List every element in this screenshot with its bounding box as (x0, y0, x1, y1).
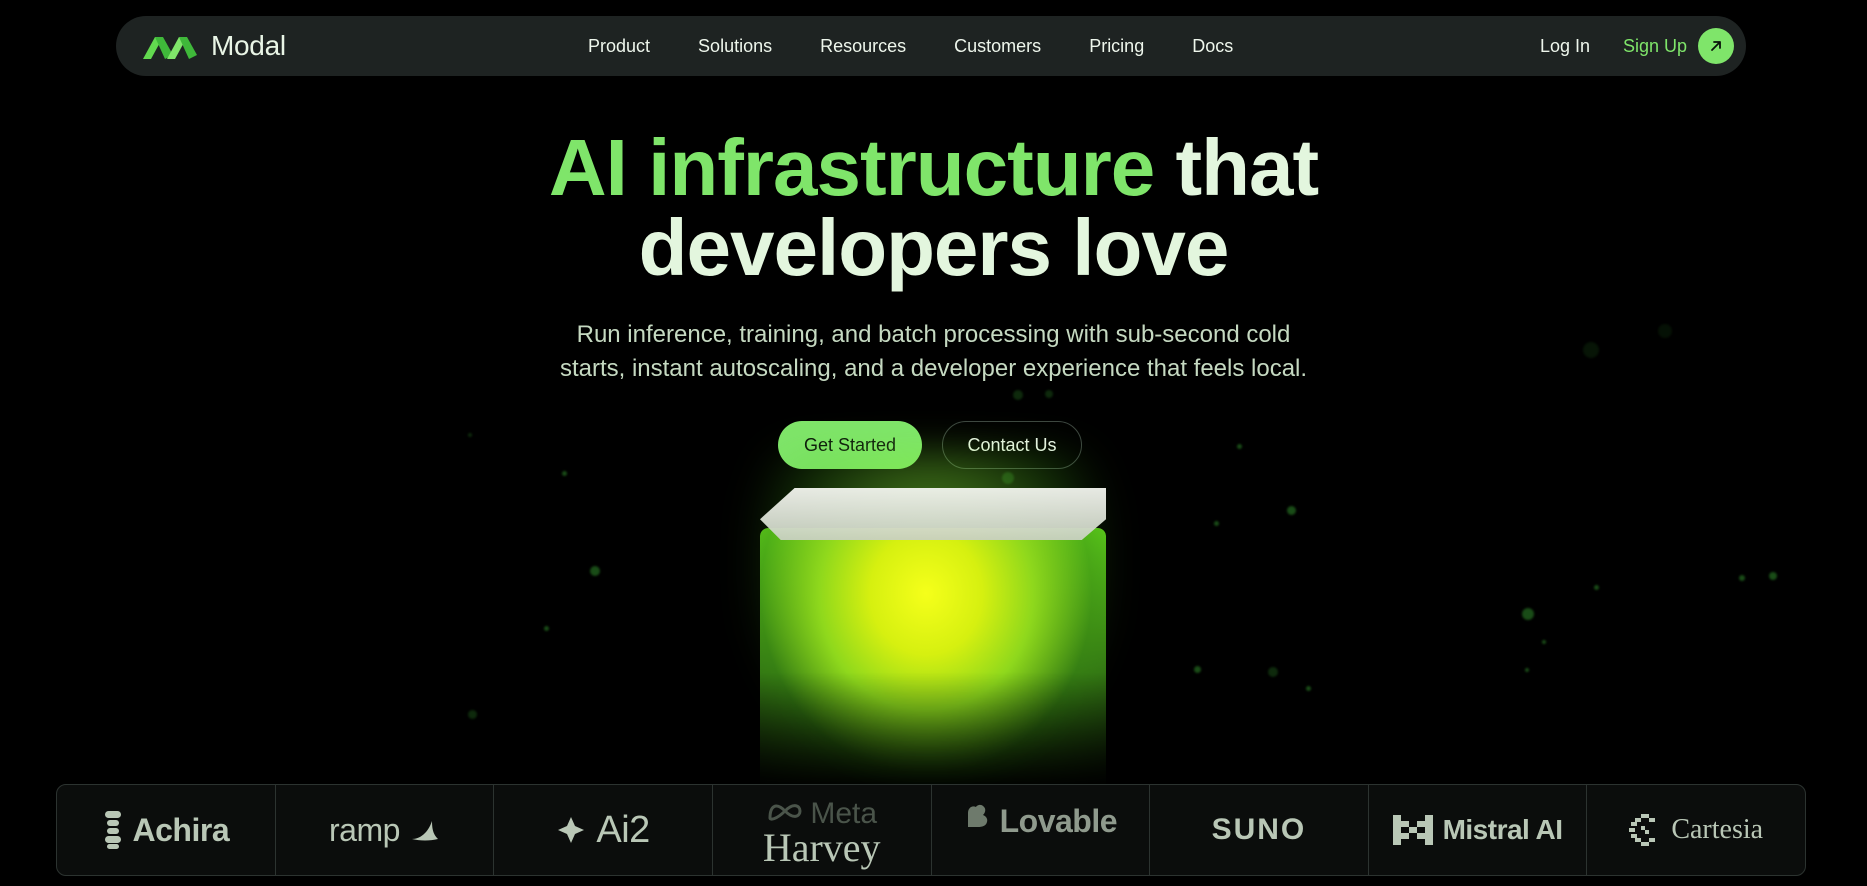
cartesia-icon (1629, 814, 1656, 846)
glowing-cube (740, 450, 1120, 790)
suno-wordmark: SUNO (1211, 813, 1307, 846)
ramp-wordmark: ramp (328, 811, 400, 848)
nav-product[interactable]: Product (588, 36, 650, 57)
headline-accent: AI infrastructure (548, 123, 1155, 212)
meta-logo: Meta (766, 793, 877, 829)
subtitle-line2: starts, instant autoscaling, and a devel… (559, 355, 1308, 382)
nav-docs[interactable]: Docs (1192, 36, 1233, 57)
cartesia-wordmark: Cartesia (1671, 814, 1764, 845)
harvey-wordmark: Harvey (762, 825, 881, 870)
brand[interactable]: Modal (143, 30, 286, 62)
cube-top (760, 488, 1106, 540)
logo-mistral: Mistral AI (1369, 785, 1588, 875)
mistral-icon (1392, 815, 1433, 845)
subtitle-line1: Run inference, training, and batch proce… (576, 321, 1291, 348)
ramp-swoosh-icon (411, 821, 438, 841)
lovable-heart-icon (967, 804, 987, 827)
brand-name: Modal (211, 30, 286, 61)
ai2-wordmark: Ai2 (596, 808, 650, 851)
headline-rest: that (1175, 123, 1319, 212)
nav-resources[interactable]: Resources (820, 36, 906, 57)
ai2-icon (558, 817, 585, 843)
headline-line2: developers love (638, 203, 1230, 292)
main-menu: Product Solutions Resources Customers Pr… (588, 16, 1233, 76)
achira-wordmark: Achira (132, 811, 230, 848)
customer-logos: Achira ramp Ai2 Meta Harvey Lovable SUNO (56, 784, 1806, 876)
signup-button[interactable] (1698, 28, 1734, 64)
nav-solutions[interactable]: Solutions (698, 36, 772, 57)
nav-customers[interactable]: Customers (954, 36, 1041, 57)
login-link[interactable]: Log In (1540, 36, 1590, 57)
logo-lovable: Lovable (932, 785, 1151, 875)
top-nav: Modal Product Solutions Resources Custom… (116, 16, 1746, 76)
logo-ramp: ramp (276, 785, 495, 875)
logo-achira: Achira (57, 785, 276, 875)
modal-logo-icon (143, 37, 197, 59)
cube-face (760, 528, 1106, 790)
meta-infinity-icon (768, 804, 802, 821)
arrow-up-right-icon (1711, 41, 1721, 51)
logo-cartesia: Cartesia (1587, 785, 1805, 875)
signup-link[interactable]: Sign Up (1623, 36, 1687, 57)
hero-subtitle: Run inference, training, and batch proce… (0, 318, 1867, 386)
logo-suno: SUNO (1150, 785, 1369, 875)
mistral-wordmark: Mistral AI (1442, 814, 1564, 845)
logo-ai2: Ai2 (494, 785, 713, 875)
lovable-wordmark: Lovable (999, 803, 1118, 839)
achira-icon (104, 811, 121, 849)
nav-pricing[interactable]: Pricing (1089, 36, 1144, 57)
hero-headline: AI infrastructure that developers love (0, 128, 1867, 288)
logo-meta-harvey: Meta Harvey (713, 785, 932, 875)
